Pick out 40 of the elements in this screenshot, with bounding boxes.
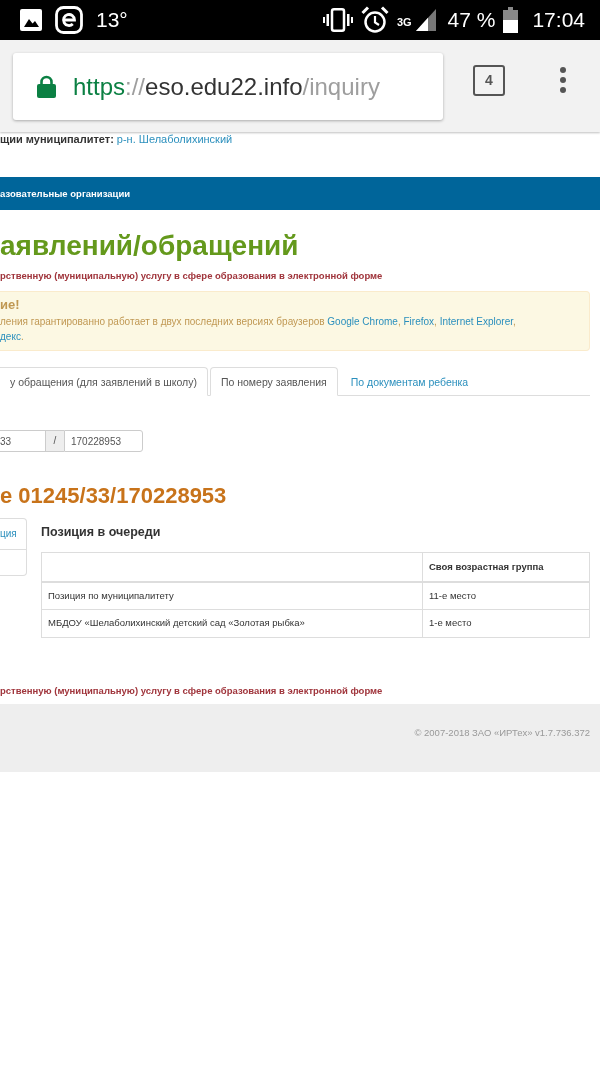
browser-link[interactable]: Google Chrome <box>327 316 398 327</box>
alarm-clock-icon <box>360 6 389 34</box>
nav-link[interactable]: азовательные организации <box>0 187 131 200</box>
series-field[interactable]: 33 <box>0 430 46 452</box>
page-title: аявлений/обращений <box>0 230 300 262</box>
municipality-label: щии муниципалитет: <box>0 132 114 146</box>
more-menu-icon[interactable] <box>560 67 566 93</box>
vibrate-icon <box>322 8 353 32</box>
tab-count-button[interactable]: 4 <box>473 64 505 96</box>
copyright-text: © 2007-2018 ЗАО «ИРТех» v1.7.736.372 <box>414 727 590 738</box>
lock-icon <box>37 75 56 98</box>
footer-subtitle: рственную (муниципальную) услугу в сфере образования в электронной форме <box>0 685 384 697</box>
result-title: е 01245/33/170228953 <box>0 483 228 509</box>
address-bar[interactable]: https://eso.edu22.info/inquiry <box>13 53 443 120</box>
battery-percent-text: 47 % <box>447 8 496 32</box>
row-label-cell: Позиция по муниципалитету <box>41 581 423 610</box>
search-tab[interactable]: у обращения (для заявлений в школу) <box>0 367 208 396</box>
alert-title: ие! <box>0 297 21 312</box>
search-tab[interactable]: По номеру заявления <box>209 367 338 396</box>
browser-link[interactable]: декс <box>0 331 21 342</box>
page-subtitle: рственную (муниципальную) услугу в сфере образования в электронной форме <box>0 270 384 282</box>
number-field[interactable]: 170228953 <box>64 430 143 452</box>
row-label-cell: МБДОУ «Шелаболихинский детский сад «Золотая рыбка» <box>41 609 423 638</box>
sidebar-link[interactable]: ция <box>0 519 26 550</box>
signal-icon <box>415 9 436 31</box>
section-title: Позиция в очереди <box>41 524 162 540</box>
separator-text: / <box>46 430 64 452</box>
clock-text: 17:04 <box>532 8 585 32</box>
temperature-text: 13° <box>96 8 128 32</box>
column-header: Своя возрастная группа <box>422 552 590 582</box>
alert-text: ления гарантированно работает в двух последних версиях браузеров Google Chrome, Firefox, Internet Explorer, декс. <box>0 315 517 344</box>
battery-icon <box>503 7 519 33</box>
image-icon <box>20 9 42 31</box>
letter-e-icon <box>55 6 83 34</box>
table-cell: 1-е место <box>422 609 590 638</box>
table-cell: 11-е место <box>422 581 590 610</box>
browser-link[interactable]: Internet Explorer <box>439 316 513 327</box>
network-type-text: 3G <box>396 16 413 28</box>
municipality-link[interactable]: р-н. Шелаболихинский <box>116 132 233 146</box>
search-tab[interactable]: По документам ребенка <box>339 367 480 396</box>
